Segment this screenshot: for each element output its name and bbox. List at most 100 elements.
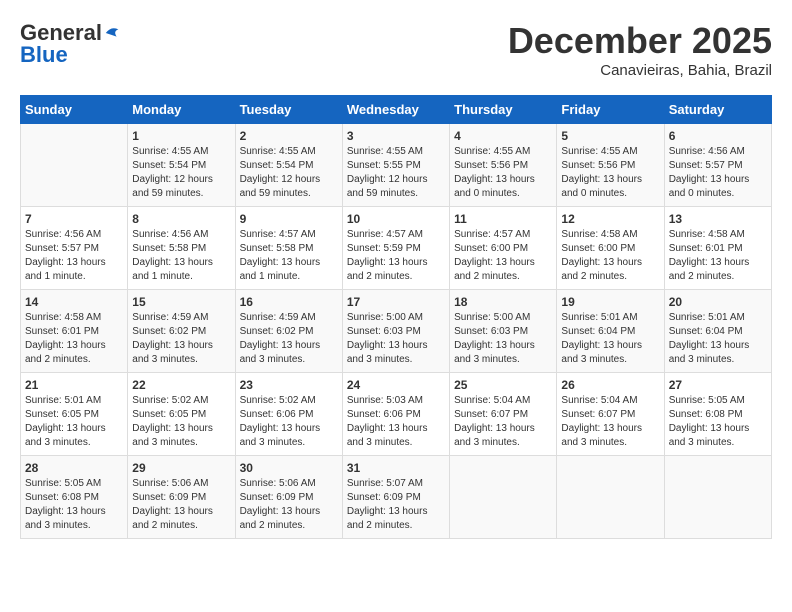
cell-content: Sunrise: 5:00 AM Sunset: 6:03 PM Dayligh… bbox=[347, 311, 445, 367]
cell-content: Sunrise: 5:01 AM Sunset: 6:05 PM Dayligh… bbox=[25, 394, 123, 450]
day-number: 15 bbox=[132, 295, 230, 309]
cell-content: Sunrise: 5:01 AM Sunset: 6:04 PM Dayligh… bbox=[669, 311, 767, 367]
calendar-cell: 27Sunrise: 5:05 AM Sunset: 6:08 PM Dayli… bbox=[664, 373, 771, 456]
cell-content: Sunrise: 5:06 AM Sunset: 6:09 PM Dayligh… bbox=[240, 477, 338, 533]
calendar-cell: 31Sunrise: 5:07 AM Sunset: 6:09 PM Dayli… bbox=[342, 456, 449, 539]
cell-content: Sunrise: 5:05 AM Sunset: 6:08 PM Dayligh… bbox=[25, 477, 123, 533]
calendar-cell: 7 Sunrise: 4:56 AM Sunset: 5:57 PM Daylig… bbox=[21, 207, 128, 290]
calendar-table: SundayMondayTuesdayWednesdayThursdayFrid… bbox=[20, 95, 772, 539]
calendar-week-row: 21 Sunrise: 5:01 AM Sunset: 6:05 PM Dayli… bbox=[21, 373, 772, 456]
calendar-week-row: 7 Sunrise: 4:56 AM Sunset: 5:57 PM Daylig… bbox=[21, 207, 772, 290]
cell-content: Sunrise: 5:00 AM Sunset: 6:03 PM Dayligh… bbox=[454, 311, 552, 367]
weekday-header: Tuesday bbox=[235, 96, 342, 124]
weekday-header: Monday bbox=[128, 96, 235, 124]
cell-content: Sunrise: 5:06 AM Sunset: 6:09 PM Dayligh… bbox=[132, 477, 230, 533]
calendar-header-row: SundayMondayTuesdayWednesdayThursdayFrid… bbox=[21, 96, 772, 124]
calendar-cell: 18 Sunrise: 5:00 AM Sunset: 6:03 PM Dayli… bbox=[450, 290, 557, 373]
weekday-header: Saturday bbox=[664, 96, 771, 124]
weekday-header: Thursday bbox=[450, 96, 557, 124]
cell-content: Sunrise: 4:58 AM Sunset: 6:01 PM Dayligh… bbox=[25, 311, 123, 367]
calendar-cell: 30Sunrise: 5:06 AM Sunset: 6:09 PM Dayli… bbox=[235, 456, 342, 539]
day-number: 5 bbox=[561, 129, 659, 143]
calendar-body: 1 Sunrise: 4:55 AM Sunset: 5:54 PM Daylig… bbox=[21, 124, 772, 539]
day-number: 3 bbox=[347, 129, 445, 143]
cell-content: Sunrise: 5:07 AM Sunset: 6:09 PM Dayligh… bbox=[347, 477, 445, 533]
cell-content: Sunrise: 4:59 AM Sunset: 6:02 PM Dayligh… bbox=[132, 311, 230, 367]
cell-content: Sunrise: 5:04 AM Sunset: 6:07 PM Dayligh… bbox=[454, 394, 552, 450]
calendar-cell: 24 Sunrise: 5:03 AM Sunset: 6:06 PM Dayli… bbox=[342, 373, 449, 456]
cell-content: Sunrise: 4:55 AM Sunset: 5:56 PM Dayligh… bbox=[454, 145, 552, 201]
cell-content: Sunrise: 4:55 AM Sunset: 5:54 PM Dayligh… bbox=[132, 145, 230, 201]
calendar-cell: 20 Sunrise: 5:01 AM Sunset: 6:04 PM Dayli… bbox=[664, 290, 771, 373]
day-number: 19 bbox=[561, 295, 659, 309]
calendar-cell: 16Sunrise: 4:59 AM Sunset: 6:02 PM Dayli… bbox=[235, 290, 342, 373]
calendar-cell bbox=[21, 124, 128, 207]
day-number: 29 bbox=[132, 461, 230, 475]
day-number: 21 bbox=[25, 378, 123, 392]
cell-content: Sunrise: 5:03 AM Sunset: 6:06 PM Dayligh… bbox=[347, 394, 445, 450]
day-number: 8 bbox=[132, 212, 230, 226]
cell-content: Sunrise: 5:01 AM Sunset: 6:04 PM Dayligh… bbox=[561, 311, 659, 367]
weekday-header: Wednesday bbox=[342, 96, 449, 124]
calendar-cell: 17 Sunrise: 5:00 AM Sunset: 6:03 PM Dayli… bbox=[342, 290, 449, 373]
day-number: 10 bbox=[347, 212, 445, 226]
day-number: 23 bbox=[240, 378, 338, 392]
calendar-week-row: 14 Sunrise: 4:58 AM Sunset: 6:01 PM Dayli… bbox=[21, 290, 772, 373]
cell-content: Sunrise: 4:56 AM Sunset: 5:57 PM Dayligh… bbox=[669, 145, 767, 201]
location: Canavieiras, Bahia, Brazil bbox=[508, 62, 772, 79]
day-number: 17 bbox=[347, 295, 445, 309]
logo-bird-icon bbox=[104, 24, 122, 42]
day-number: 1 bbox=[132, 129, 230, 143]
cell-content: Sunrise: 4:56 AM Sunset: 5:58 PM Dayligh… bbox=[132, 228, 230, 284]
cell-content: Sunrise: 4:55 AM Sunset: 5:54 PM Dayligh… bbox=[240, 145, 338, 201]
day-number: 24 bbox=[347, 378, 445, 392]
month-title: December 2025 bbox=[508, 20, 772, 62]
weekday-header: Friday bbox=[557, 96, 664, 124]
calendar-cell: 19 Sunrise: 5:01 AM Sunset: 6:04 PM Dayli… bbox=[557, 290, 664, 373]
calendar-cell: 29 Sunrise: 5:06 AM Sunset: 6:09 PM Dayli… bbox=[128, 456, 235, 539]
day-number: 27 bbox=[669, 378, 767, 392]
calendar-cell: 9Sunrise: 4:57 AM Sunset: 5:58 PM Daylig… bbox=[235, 207, 342, 290]
calendar-cell: 25 Sunrise: 5:04 AM Sunset: 6:07 PM Dayli… bbox=[450, 373, 557, 456]
calendar-cell: 11Sunrise: 4:57 AM Sunset: 6:00 PM Dayli… bbox=[450, 207, 557, 290]
calendar-cell: 14 Sunrise: 4:58 AM Sunset: 6:01 PM Dayli… bbox=[21, 290, 128, 373]
cell-content: Sunrise: 4:57 AM Sunset: 5:59 PM Dayligh… bbox=[347, 228, 445, 284]
day-number: 7 bbox=[25, 212, 123, 226]
day-number: 18 bbox=[454, 295, 552, 309]
calendar-cell: 12Sunrise: 4:58 AM Sunset: 6:00 PM Dayli… bbox=[557, 207, 664, 290]
cell-content: Sunrise: 4:56 AM Sunset: 5:57 PM Dayligh… bbox=[25, 228, 123, 284]
calendar-week-row: 1 Sunrise: 4:55 AM Sunset: 5:54 PM Daylig… bbox=[21, 124, 772, 207]
calendar-cell: 1 Sunrise: 4:55 AM Sunset: 5:54 PM Daylig… bbox=[128, 124, 235, 207]
day-number: 11 bbox=[454, 212, 552, 226]
day-number: 28 bbox=[25, 461, 123, 475]
day-number: 25 bbox=[454, 378, 552, 392]
cell-content: Sunrise: 5:02 AM Sunset: 6:05 PM Dayligh… bbox=[132, 394, 230, 450]
page-header: General Blue December 2025 Canavieiras, … bbox=[20, 20, 772, 79]
calendar-cell: 22Sunrise: 5:02 AM Sunset: 6:05 PM Dayli… bbox=[128, 373, 235, 456]
day-number: 6 bbox=[669, 129, 767, 143]
cell-content: Sunrise: 4:55 AM Sunset: 5:56 PM Dayligh… bbox=[561, 145, 659, 201]
cell-content: Sunrise: 5:04 AM Sunset: 6:07 PM Dayligh… bbox=[561, 394, 659, 450]
cell-content: Sunrise: 4:55 AM Sunset: 5:55 PM Dayligh… bbox=[347, 145, 445, 201]
calendar-cell: 4 Sunrise: 4:55 AM Sunset: 5:56 PM Daylig… bbox=[450, 124, 557, 207]
day-number: 16 bbox=[240, 295, 338, 309]
calendar-cell: 23 Sunrise: 5:02 AM Sunset: 6:06 PM Dayli… bbox=[235, 373, 342, 456]
day-number: 13 bbox=[669, 212, 767, 226]
cell-content: Sunrise: 5:02 AM Sunset: 6:06 PM Dayligh… bbox=[240, 394, 338, 450]
day-number: 9 bbox=[240, 212, 338, 226]
calendar-cell: 5 Sunrise: 4:55 AM Sunset: 5:56 PM Daylig… bbox=[557, 124, 664, 207]
day-number: 26 bbox=[561, 378, 659, 392]
calendar-cell bbox=[450, 456, 557, 539]
calendar-cell: 3 Sunrise: 4:55 AM Sunset: 5:55 PM Daylig… bbox=[342, 124, 449, 207]
calendar-cell bbox=[557, 456, 664, 539]
day-number: 4 bbox=[454, 129, 552, 143]
calendar-cell: 15 Sunrise: 4:59 AM Sunset: 6:02 PM Dayli… bbox=[128, 290, 235, 373]
day-number: 20 bbox=[669, 295, 767, 309]
day-number: 14 bbox=[25, 295, 123, 309]
calendar-cell: 6 Sunrise: 4:56 AM Sunset: 5:57 PM Daylig… bbox=[664, 124, 771, 207]
cell-content: Sunrise: 4:58 AM Sunset: 6:00 PM Dayligh… bbox=[561, 228, 659, 284]
calendar-cell: 10 Sunrise: 4:57 AM Sunset: 5:59 PM Dayli… bbox=[342, 207, 449, 290]
logo-blue: Blue bbox=[20, 42, 68, 68]
calendar-cell: 2Sunrise: 4:55 AM Sunset: 5:54 PM Daylig… bbox=[235, 124, 342, 207]
calendar-cell: 21 Sunrise: 5:01 AM Sunset: 6:05 PM Dayli… bbox=[21, 373, 128, 456]
